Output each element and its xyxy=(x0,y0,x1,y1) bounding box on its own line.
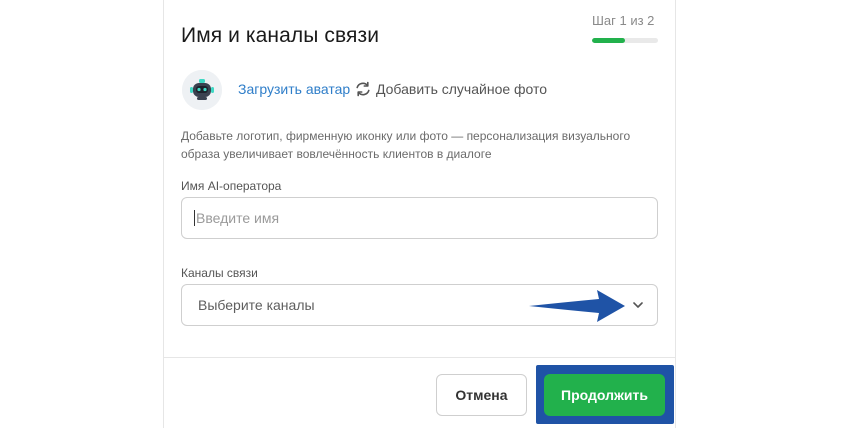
avatar[interactable] xyxy=(182,70,222,110)
footer-divider xyxy=(163,357,676,358)
add-random-photo-label: Добавить случайное фото xyxy=(376,81,548,97)
step-progress-bar xyxy=(592,38,658,43)
avatar-hint-text: Добавьте логотип, фирменную иконку или ф… xyxy=(181,129,631,161)
cancel-button[interactable]: Отмена xyxy=(436,374,527,416)
upload-avatar-link[interactable]: Загрузить аватар xyxy=(238,81,350,97)
text-caret xyxy=(194,210,195,226)
chevron-down-icon[interactable] xyxy=(631,298,645,312)
operator-name-input[interactable]: Введите имя xyxy=(181,197,658,239)
step-progress-fill xyxy=(592,38,625,43)
dialog-title: Имя и каналы связи xyxy=(181,24,380,47)
refresh-icon xyxy=(356,81,370,97)
operator-name-label: Имя AI-оператора xyxy=(181,179,282,193)
dialog-panel: Имя и каналы связи Шаг 1 из 2 Загрузить … xyxy=(163,0,676,428)
operator-name-placeholder: Введите имя xyxy=(196,210,280,226)
annotation-arrow-icon xyxy=(529,290,625,322)
channels-label: Каналы связи xyxy=(181,266,258,280)
continue-button[interactable]: Продолжить xyxy=(544,374,665,416)
robot-avatar-icon xyxy=(182,70,222,110)
channels-placeholder: Выберите каналы xyxy=(198,297,315,313)
add-random-photo-button[interactable]: Добавить случайное фото xyxy=(354,80,547,98)
step-indicator: Шаг 1 из 2 xyxy=(592,13,655,28)
